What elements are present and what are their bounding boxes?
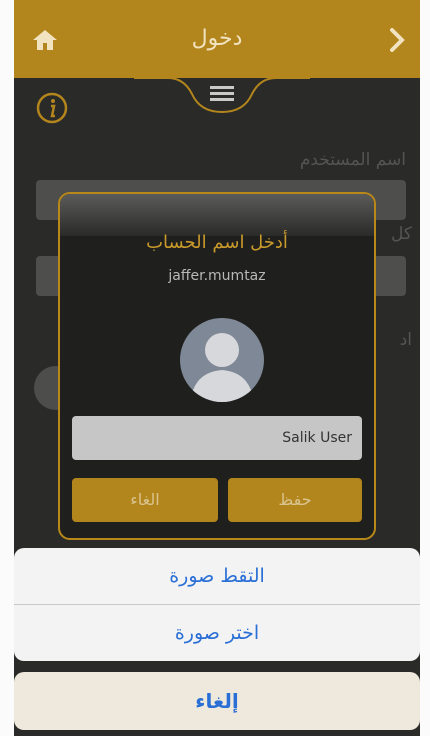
- photo-action-sheet: التقط صورة اختر صورة: [14, 548, 420, 661]
- hamburger-menu-icon[interactable]: [134, 76, 310, 116]
- account-name-input[interactable]: Salik User: [72, 416, 362, 460]
- dialog-shade: [60, 194, 374, 236]
- page-title: دخول: [191, 26, 243, 51]
- dialog-username: jaffer.mumtaz: [168, 268, 266, 284]
- user-silhouette-icon[interactable]: [180, 318, 264, 402]
- username-label: اسم المستخدم: [299, 150, 406, 170]
- dialog-title: أدخل اسم الحساب: [146, 232, 288, 253]
- app-screen: اسم المستخدم كل اد دخول أدخل اسم الحساب …: [14, 0, 420, 736]
- app-header: دخول: [14, 0, 420, 78]
- take-photo-option[interactable]: التقط صورة: [14, 548, 420, 604]
- choose-photo-option[interactable]: اختر صورة: [14, 605, 420, 661]
- sheet-cancel-button[interactable]: إلغاء: [14, 672, 420, 730]
- dialog-save-button[interactable]: حفظ: [228, 478, 362, 522]
- chevron-right-icon[interactable]: [388, 28, 406, 52]
- dialog-cancel-button[interactable]: الغاء: [72, 478, 218, 522]
- info-icon[interactable]: [36, 92, 68, 124]
- account-name-dialog: أدخل اسم الحساب jaffer.mumtaz Salik User…: [58, 192, 376, 540]
- password-label: كل: [391, 224, 412, 244]
- hint-label: اد: [399, 330, 412, 350]
